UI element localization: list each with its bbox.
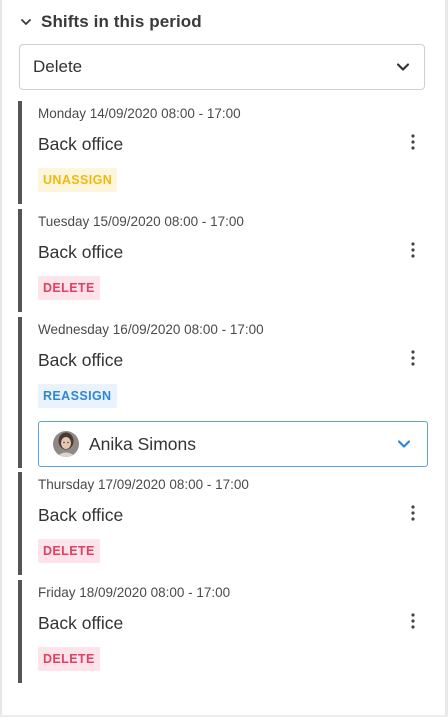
section-header-toggle[interactable]: Shifts in this period <box>18 10 202 34</box>
status-badge-delete: DELETE <box>38 276 100 300</box>
status-badge-delete: DELETE <box>38 647 100 671</box>
chevron-down-icon <box>395 435 413 453</box>
shift-date: Thursday 17/09/2020 08:00 - 17:00 <box>38 477 249 492</box>
shift-name: Back office <box>38 350 124 370</box>
shift-name: Back office <box>38 505 124 525</box>
more-vertical-icon[interactable] <box>406 610 420 632</box>
status-badge-delete: DELETE <box>38 539 100 563</box>
shift-name: Back office <box>38 613 124 633</box>
avatar <box>53 431 79 457</box>
shift-date: Monday 14/09/2020 08:00 - 17:00 <box>38 106 241 121</box>
chevron-down-icon <box>18 14 34 30</box>
shift-date: Wednesday 16/09/2020 08:00 - 17:00 <box>38 322 264 337</box>
shift-name: Back office <box>38 134 124 154</box>
shifts-panel: Shifts in this period Delete Monday 14/0… <box>0 0 448 717</box>
shift-card: Friday 18/09/2020 08:00 - 17:00 Back off… <box>18 580 430 683</box>
shift-card: Monday 14/09/2020 08:00 - 17:00 Back off… <box>18 101 430 204</box>
bulk-action-select[interactable]: Delete <box>19 44 425 90</box>
assignee-name: Anika Simons <box>89 433 196 454</box>
shift-card: Wednesday 16/09/2020 08:00 - 17:00 Back … <box>18 317 430 468</box>
more-vertical-icon[interactable] <box>406 347 420 369</box>
more-vertical-icon[interactable] <box>406 131 420 153</box>
shift-name: Back office <box>38 242 124 262</box>
status-badge-unassign: UNASSIGN <box>38 168 118 192</box>
shift-date: Friday 18/09/2020 08:00 - 17:00 <box>38 585 231 600</box>
assignee-select[interactable]: Anika Simons <box>38 421 428 467</box>
shift-card: Tuesday 15/09/2020 08:00 - 17:00 Back of… <box>18 209 430 312</box>
panel-left-divider <box>0 0 2 717</box>
status-badge-reassign: REASSIGN <box>38 384 117 408</box>
shift-date: Tuesday 15/09/2020 08:00 - 17:00 <box>38 214 244 229</box>
bulk-action-value: Delete <box>33 57 83 76</box>
chevron-down-icon <box>394 58 412 76</box>
more-vertical-icon[interactable] <box>406 502 420 524</box>
more-vertical-icon[interactable] <box>406 239 420 261</box>
shift-card: Thursday 17/09/2020 08:00 - 17:00 Back o… <box>18 472 430 575</box>
section-title: Shifts in this period <box>41 12 202 31</box>
